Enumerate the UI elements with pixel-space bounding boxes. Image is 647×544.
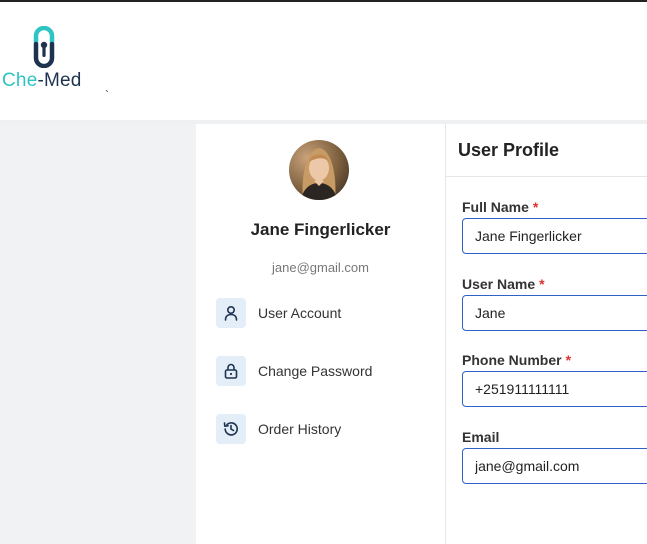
profile-name: Jane Fingerlicker	[250, 220, 391, 239]
header: Che-Med `	[0, 2, 647, 120]
user-profile-panel: User Profile Full Name* User Name* Phone…	[446, 124, 647, 544]
brand-name: Che-Med	[2, 70, 82, 92]
field-label-user-name: User Name *	[462, 276, 545, 292]
required-mark: *	[565, 352, 572, 368]
logo[interactable]: Che-Med	[2, 26, 92, 96]
panel-title: User Profile	[458, 140, 560, 160]
menu-item-user-account[interactable]: User Account	[216, 298, 341, 328]
user-name-input[interactable]	[462, 295, 647, 331]
field-label-phone-number: Phone Number *	[462, 352, 572, 368]
stray-character: `	[105, 88, 109, 102]
brand-che: Che	[2, 70, 38, 91]
menu-item-label: Change Password	[258, 363, 373, 379]
profile-email: jane@gmail.com	[271, 260, 369, 275]
menu-item-label: User Account	[258, 305, 342, 321]
menu-item-order-history[interactable]: Order History	[216, 414, 341, 444]
logo-icon	[33, 26, 55, 68]
page-background	[0, 124, 196, 544]
lock-icon	[216, 356, 246, 386]
full-name-input[interactable]	[462, 218, 647, 254]
field-label-full-name: Full Name *	[462, 199, 539, 215]
required-mark: *	[539, 276, 545, 292]
panel-title-divider	[446, 176, 647, 177]
menu-item-change-password[interactable]: Change Password	[216, 356, 372, 386]
profile-sidebar-card: Jane Fingerlicker jane@gmail.com User Ac…	[196, 124, 445, 544]
menu-item-label: Order History	[258, 421, 342, 437]
avatar	[289, 140, 349, 200]
history-icon	[216, 414, 246, 444]
email-input[interactable]	[462, 448, 647, 484]
brand-med: -Med	[37, 70, 82, 91]
user-icon	[216, 298, 246, 328]
required-mark: *	[532, 199, 539, 215]
phone-number-input[interactable]	[462, 371, 647, 407]
field-label-email: Email	[462, 429, 500, 445]
